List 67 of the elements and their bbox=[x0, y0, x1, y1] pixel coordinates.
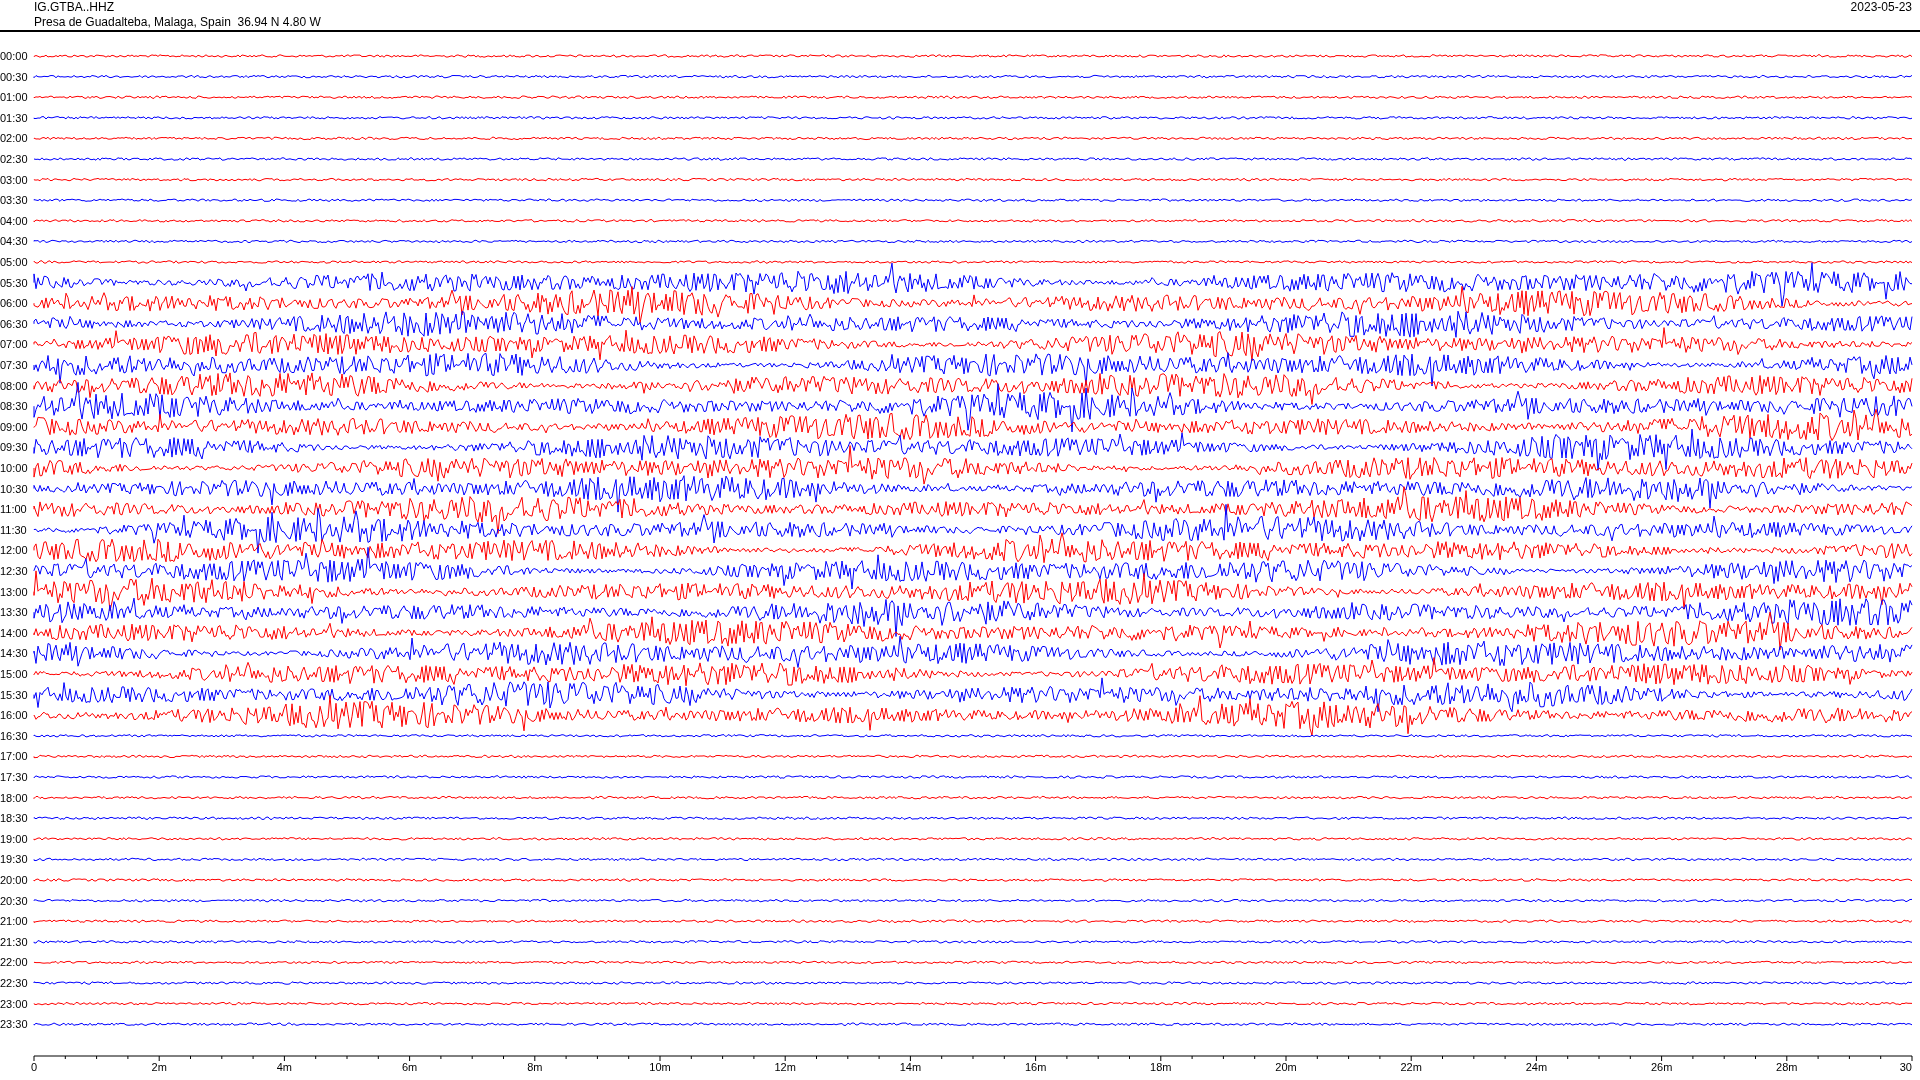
time-label: 16:30 bbox=[0, 729, 28, 742]
time-label: 10:00 bbox=[0, 462, 28, 474]
time-label: 22:30 bbox=[0, 977, 28, 989]
axis-label: 2m bbox=[151, 1061, 167, 1073]
time-label: 05:00 bbox=[0, 256, 28, 268]
time-label: 19:30 bbox=[0, 853, 28, 866]
time-label: 17:00 bbox=[0, 750, 28, 763]
time-label: 08:30 bbox=[0, 400, 28, 413]
date-label: 2023-05-23 bbox=[1850, 0, 1912, 15]
axis-label: 10m bbox=[649, 1061, 671, 1073]
axis-label: 28m bbox=[1776, 1061, 1798, 1073]
time-label: 23:30 bbox=[0, 1018, 28, 1031]
time-label: 06:30 bbox=[0, 317, 28, 330]
time-label: 12:00 bbox=[0, 544, 28, 557]
time-label: 01:00 bbox=[0, 91, 28, 104]
time-label: 19:00 bbox=[0, 832, 28, 845]
time-label: 18:30 bbox=[0, 812, 28, 825]
axis-label: 4m bbox=[276, 1061, 293, 1073]
axis-label: 0 bbox=[31, 1061, 38, 1073]
time-label: 16:00 bbox=[0, 709, 28, 722]
time-label: 10:30 bbox=[0, 482, 28, 495]
time-label: 09:00 bbox=[0, 420, 28, 433]
axis-label: 8m bbox=[527, 1061, 543, 1073]
time-label: 12:30 bbox=[0, 565, 28, 577]
axis-label: 30 bbox=[1899, 1061, 1912, 1073]
time-label: 13:30 bbox=[0, 606, 28, 619]
time-label: 13:00 bbox=[0, 585, 28, 598]
axis-label: 18m bbox=[1150, 1061, 1172, 1073]
time-label: 20:00 bbox=[0, 874, 28, 886]
time-label: 17:30 bbox=[0, 771, 28, 783]
time-label: 05:30 bbox=[0, 276, 28, 289]
time-label: 23:00 bbox=[0, 997, 28, 1010]
time-label: 02:00 bbox=[0, 132, 28, 145]
time-label: 15:30 bbox=[0, 688, 28, 701]
time-label: 06:00 bbox=[0, 297, 28, 310]
time-label: 21:00 bbox=[0, 915, 28, 928]
time-label: 09:30 bbox=[0, 441, 28, 454]
time-label: 22:00 bbox=[0, 956, 28, 969]
axis-label: 22m bbox=[1400, 1061, 1422, 1073]
time-label: 07:00 bbox=[0, 338, 28, 351]
station-location: Presa de Guadalteba, Malaga, Spain 36.94 N 4.80 W bbox=[34, 15, 321, 30]
time-label: 15:00 bbox=[0, 668, 28, 680]
axis-label: 14m bbox=[899, 1061, 922, 1073]
time-label: 07:30 bbox=[0, 359, 28, 371]
axis-label: 24m bbox=[1525, 1061, 1548, 1073]
time-label: 00:30 bbox=[0, 70, 28, 83]
time-label: 00:00 bbox=[0, 50, 28, 62]
axis-label: 6m bbox=[401, 1061, 418, 1073]
time-label: 04:30 bbox=[0, 235, 28, 248]
axis-label: 26m bbox=[1650, 1061, 1673, 1073]
time-label: 03:30 bbox=[0, 194, 28, 207]
axis-label: 20m bbox=[1275, 1061, 1297, 1073]
time-label: 04:00 bbox=[0, 214, 28, 227]
time-label: 11:30 bbox=[0, 523, 27, 536]
time-label: 08:00 bbox=[0, 379, 28, 392]
time-label: 14:30 bbox=[0, 647, 28, 660]
time-label: 11:00 bbox=[0, 503, 27, 516]
time-label: 01:30 bbox=[0, 111, 28, 124]
time-label: 21:30 bbox=[0, 935, 28, 948]
time-label: 14:00 bbox=[0, 626, 28, 639]
axis-label: 16m bbox=[1024, 1061, 1047, 1073]
time-label: 02:30 bbox=[0, 153, 28, 165]
time-label: 03:00 bbox=[0, 173, 28, 186]
axis-label: 12m bbox=[774, 1061, 796, 1073]
station-code: IG.GTBA..HHZ bbox=[34, 0, 115, 15]
time-label: 18:00 bbox=[0, 791, 28, 804]
time-label: 20:30 bbox=[0, 894, 28, 907]
